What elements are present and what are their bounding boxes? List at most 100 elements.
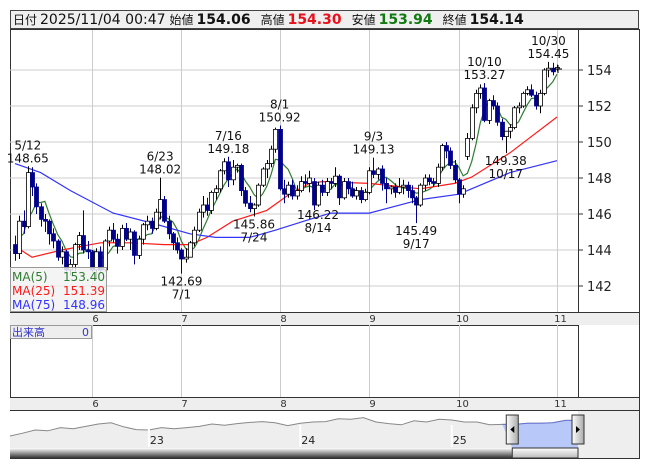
candle[interactable] (30, 167, 35, 196)
scrollbar-thumb[interactable] (511, 447, 579, 459)
candle[interactable] (546, 61, 551, 78)
candle[interactable] (218, 169, 223, 193)
candles[interactable] (13, 61, 560, 279)
candle[interactable] (342, 178, 347, 200)
candle[interactable] (525, 86, 530, 96)
candle[interactable] (256, 183, 261, 207)
candle[interactable] (111, 223, 116, 243)
candle[interactable] (278, 125, 283, 191)
candle[interactable] (282, 179, 287, 204)
candle[interactable] (47, 219, 52, 245)
candle[interactable] (261, 167, 266, 187)
candle[interactable] (367, 167, 372, 195)
candle[interactable] (226, 156, 231, 187)
candle[interactable] (265, 160, 270, 178)
candle[interactable] (444, 142, 449, 159)
candle[interactable] (414, 196, 419, 224)
candle[interactable] (107, 226, 112, 247)
candle[interactable] (354, 187, 359, 200)
candle[interactable] (312, 178, 317, 211)
navigator[interactable]: 23 24 25 (9, 411, 578, 448)
candle[interactable] (43, 214, 48, 232)
candle[interactable] (389, 185, 394, 195)
candle[interactable] (346, 178, 351, 195)
navigator-handle-left[interactable] (505, 414, 519, 445)
candle[interactable] (231, 160, 236, 186)
candle[interactable] (470, 104, 475, 141)
candle[interactable] (337, 174, 342, 205)
candle[interactable] (517, 102, 522, 114)
candle[interactable] (316, 181, 321, 207)
navigator-handle-right[interactable] (571, 414, 585, 445)
candle[interactable] (418, 183, 423, 207)
candle[interactable] (500, 118, 505, 141)
candle[interactable] (124, 223, 129, 241)
candle[interactable] (56, 239, 61, 261)
candle[interactable] (325, 178, 330, 196)
candle[interactable] (495, 102, 500, 126)
candle[interactable] (209, 190, 214, 214)
candle[interactable] (384, 178, 389, 204)
candle[interactable] (461, 185, 466, 198)
candle[interactable] (120, 224, 125, 250)
candle[interactable] (154, 208, 159, 231)
candle[interactable] (81, 210, 86, 254)
candle[interactable] (17, 215, 22, 259)
candle[interactable] (512, 106, 517, 130)
candle[interactable] (333, 167, 338, 187)
candle[interactable] (26, 166, 31, 229)
candle[interactable] (299, 176, 304, 193)
candle[interactable] (51, 228, 56, 249)
candle[interactable] (487, 98, 492, 124)
candle[interactable] (465, 133, 470, 160)
candle[interactable] (132, 230, 137, 265)
candle[interactable] (13, 235, 18, 261)
candle[interactable] (269, 145, 274, 168)
scrollbar-track[interactable] (10, 448, 513, 458)
candle[interactable] (406, 181, 411, 198)
candle[interactable] (380, 165, 385, 191)
candle[interactable] (137, 235, 142, 259)
candle[interactable] (436, 163, 441, 187)
candle[interactable] (359, 187, 364, 204)
candle[interactable] (431, 178, 436, 187)
candle[interactable] (350, 181, 355, 198)
candle[interactable] (222, 158, 227, 175)
candle[interactable] (150, 217, 155, 234)
candle[interactable] (39, 203, 44, 227)
candle[interactable] (115, 233, 120, 254)
candle[interactable] (521, 91, 526, 108)
candle[interactable] (162, 196, 167, 223)
candle[interactable] (205, 197, 210, 216)
candle[interactable] (371, 157, 376, 178)
candle[interactable] (363, 188, 368, 202)
candle[interactable] (529, 84, 534, 97)
candlestick-chart[interactable]: 142144146148150152154 5/12148.65 6/23148.… (0, 0, 653, 470)
candle[interactable] (534, 91, 539, 110)
candle[interactable] (482, 83, 487, 123)
candle[interactable] (474, 89, 479, 114)
candle[interactable] (248, 196, 253, 213)
candle[interactable] (542, 68, 547, 96)
candle[interactable] (141, 223, 146, 245)
candle[interactable] (86, 241, 91, 259)
candle[interactable] (197, 208, 202, 232)
candle[interactable] (128, 228, 133, 250)
candle[interactable] (453, 160, 458, 184)
candle[interactable] (171, 232, 176, 250)
candle[interactable] (243, 187, 248, 207)
candle[interactable] (440, 143, 445, 171)
candle[interactable] (295, 185, 300, 200)
candle[interactable] (457, 178, 462, 204)
candle[interactable] (427, 174, 432, 186)
candle[interactable] (158, 177, 163, 220)
candle[interactable] (448, 147, 453, 169)
candle[interactable] (179, 248, 184, 274)
candle[interactable] (145, 215, 150, 231)
candle[interactable] (491, 95, 496, 110)
candle[interactable] (239, 163, 244, 196)
candle[interactable] (307, 170, 312, 193)
candle[interactable] (273, 127, 278, 153)
candle[interactable] (175, 237, 180, 254)
candle[interactable] (103, 239, 108, 272)
